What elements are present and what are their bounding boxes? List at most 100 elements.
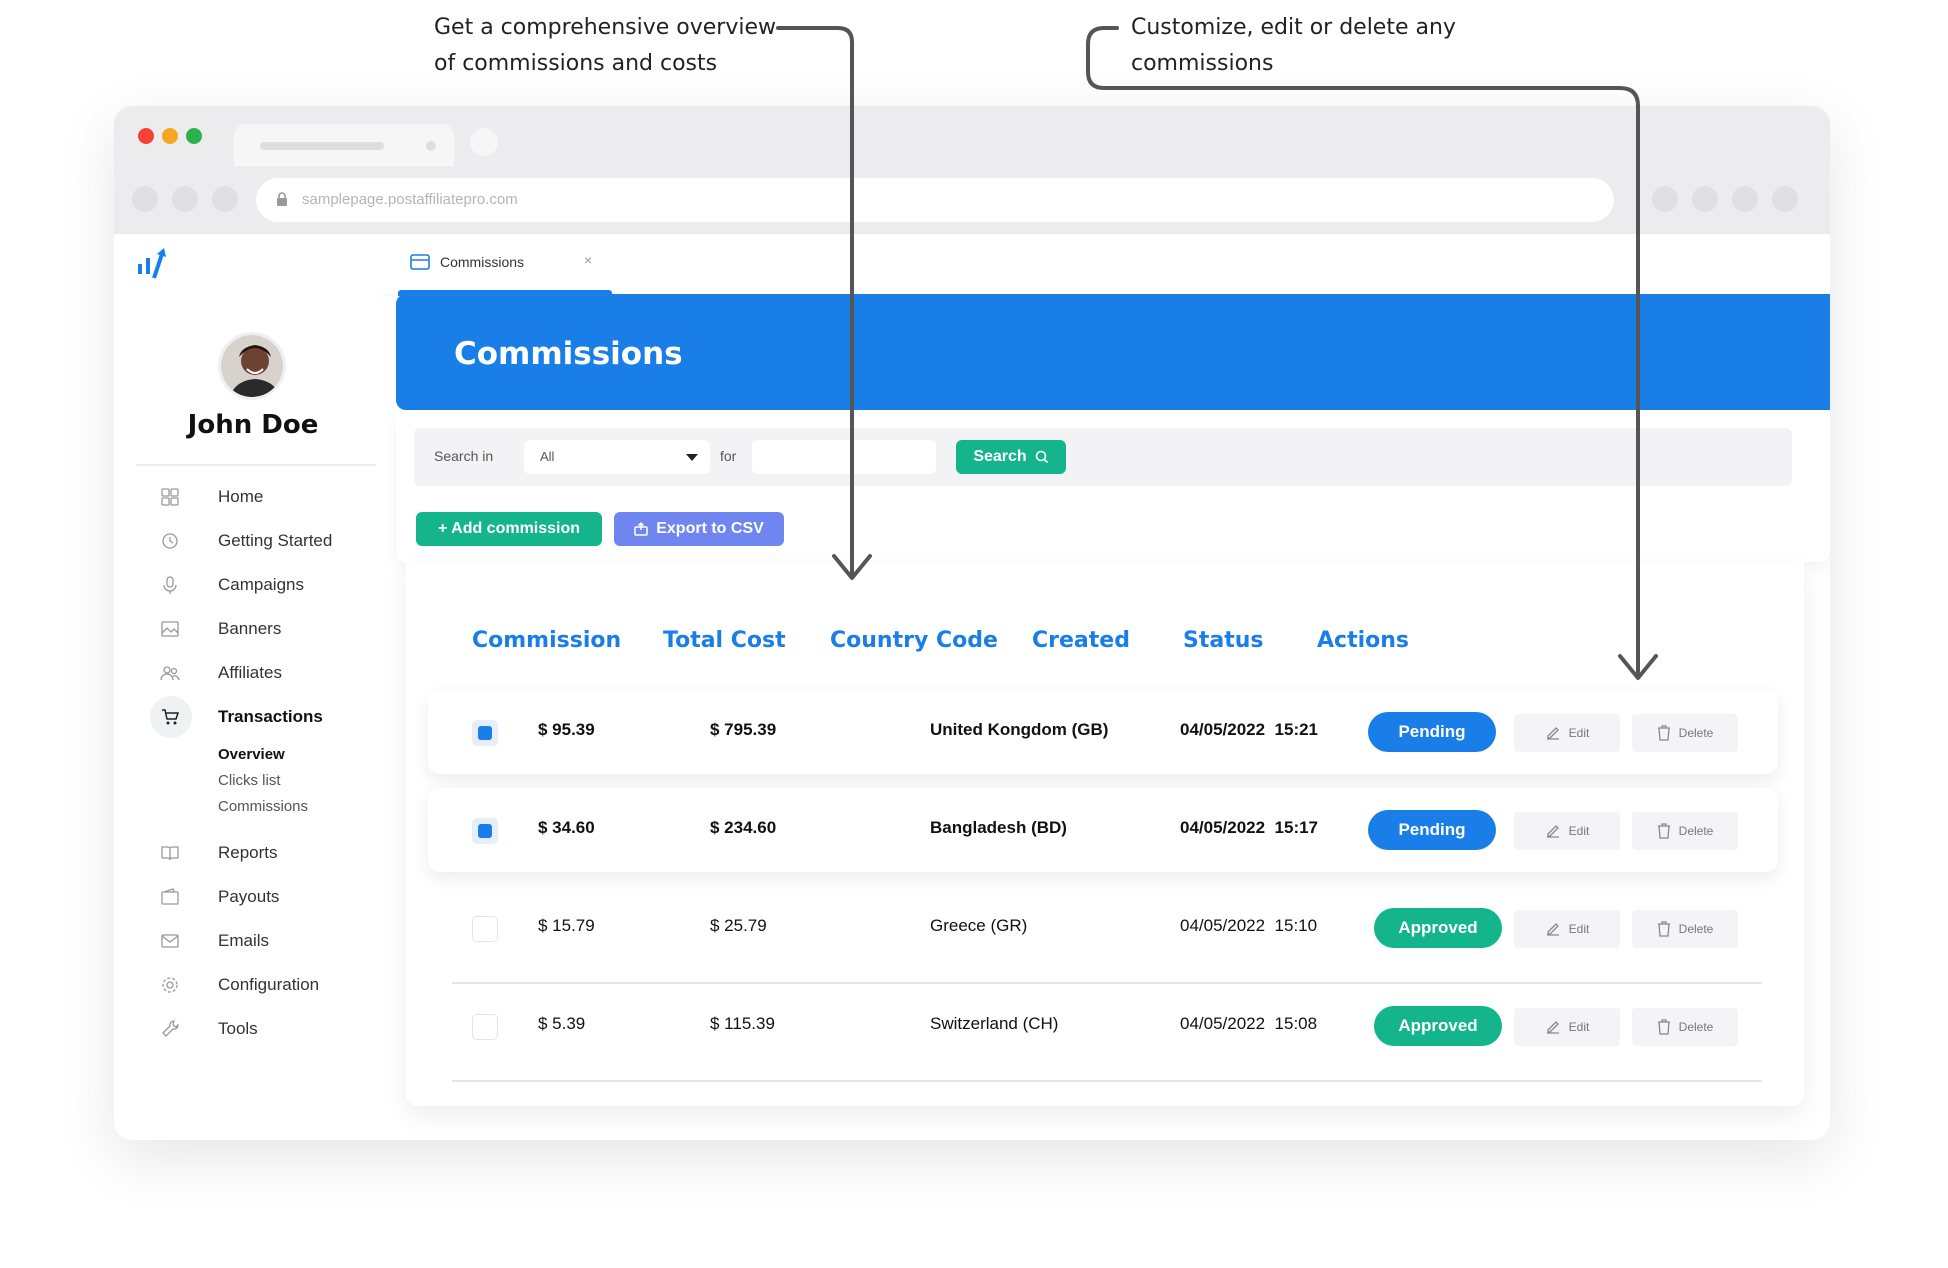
grid-icon [161,488,179,506]
total-cost-value: $ 234.60 [710,818,777,837]
extension-button[interactable] [1732,186,1758,212]
lock-icon [277,192,287,206]
minimize-window-button[interactable] [162,128,178,144]
sidebar-item-label: Payouts [218,887,280,906]
delete-button[interactable]: Delete [1632,910,1738,948]
delete-label: Delete [1678,922,1714,936]
tab-commissions[interactable]: Commissions [410,248,524,276]
wallet-icon [161,888,179,905]
sidebar-item-campaigns[interactable]: Campaigns [114,568,374,602]
search-in-label: Search in [434,448,494,464]
edit-label: Edit [1568,1020,1590,1034]
country-code-value: Switzerland (CH) [930,1014,1059,1033]
close-tab-button[interactable]: × [584,252,592,268]
created-value: 04/05/2022 15:21 [1180,720,1319,739]
edit-icon [1546,727,1559,740]
book-icon [161,846,179,861]
search-bar: Search in All for Search [414,428,1792,486]
maximize-window-button[interactable] [186,128,202,144]
edit-button[interactable]: Edit [1514,910,1620,948]
delete-button[interactable]: Delete [1632,1008,1738,1046]
sidebar-item-getting-started[interactable]: Getting Started [114,524,374,558]
cart-icon [162,709,180,725]
status-badge: Pending [1368,810,1496,850]
sidebar-subitem-overview[interactable]: Overview [218,746,285,763]
edit-button[interactable]: Edit [1514,714,1620,752]
row-checkbox[interactable] [472,1014,498,1040]
logo-icon [138,248,166,279]
country-code-value: United Kongdom (GB) [930,720,1109,739]
forward-button[interactable] [172,186,198,212]
column-header-commission[interactable]: Commission [472,628,621,653]
page-header: Commissions [396,294,1830,410]
sidebar-item-transactions[interactable]: Transactions [114,696,374,738]
export-csv-button[interactable]: Export to CSV [614,512,784,546]
search-input[interactable] [752,440,936,474]
commission-value: $ 15.79 [538,916,595,935]
menu-button[interactable] [1772,186,1798,212]
search-in-select[interactable]: All [524,440,710,474]
image-icon [161,621,179,637]
country-code-value: Bangladesh (BD) [930,818,1067,837]
app-header: Commissions × [114,234,1830,296]
column-header-total-cost[interactable]: Total Cost [663,628,786,653]
tab-label: Commissions [440,254,525,270]
column-header-created[interactable]: Created [1032,628,1130,653]
browser-chrome: samplepage.postaffiliatepro.com [114,106,1830,234]
browser-tab[interactable] [234,124,454,166]
edit-label: Edit [1568,922,1590,936]
sidebar-item-affiliates[interactable]: Affiliates [114,656,374,690]
status-badge: Approved [1374,908,1502,948]
sidebar-item-home[interactable]: Home [114,480,374,514]
sidebar-item-payouts[interactable]: Payouts [114,880,374,914]
new-tab-button[interactable] [470,128,498,156]
table-row[interactable]: $ 95.39 $ 795.39 United Kongdom (GB) 04/… [428,690,1778,774]
edit-button[interactable]: Edit [1514,812,1620,850]
sidebar-item-reports[interactable]: Reports [114,836,374,870]
table-row[interactable]: $ 34.60 $ 234.60 Bangladesh (BD) 04/05/2… [428,788,1778,872]
search-button[interactable]: Search [956,440,1066,474]
commission-value: $ 5.39 [538,1014,586,1033]
edit-icon [1546,825,1559,838]
add-commission-button[interactable]: + Add commission [416,512,602,546]
close-window-button[interactable] [138,128,154,144]
sidebar: John Doe Home Getting Started Campaigns … [114,294,382,1140]
commission-value: $ 95.39 [538,720,595,739]
column-header-status[interactable]: Status [1183,628,1263,653]
extension-button[interactable] [1692,186,1718,212]
back-button[interactable] [132,186,158,212]
sidebar-item-label: Reports [218,843,278,862]
row-checkbox[interactable] [472,720,498,746]
created-value: 04/05/2022 15:10 [1180,916,1318,935]
sidebar-subitem-clicks-list[interactable]: Clicks list [218,772,281,789]
sidebar-subitem-commissions[interactable]: Commissions [218,798,308,815]
delete-label: Delete [1678,726,1714,740]
trash-icon [1657,1019,1670,1035]
avatar[interactable] [218,332,286,400]
divider [136,464,376,466]
trash-icon [1657,823,1670,839]
edit-button[interactable]: Edit [1514,1008,1620,1046]
sidebar-item-tools[interactable]: Tools [114,1012,374,1046]
sidebar-item-configuration[interactable]: Configuration [114,968,374,1002]
status-badge: Approved [1374,1006,1502,1046]
table-row[interactable]: $ 15.79 $ 25.79 Greece (GR) 04/05/2022 1… [428,886,1778,970]
sidebar-item-emails[interactable]: Emails [114,924,374,958]
address-bar[interactable]: samplepage.postaffiliatepro.com [256,178,1614,222]
column-header-actions: Actions [1317,628,1409,653]
trash-icon [1657,921,1670,937]
delete-button[interactable]: Delete [1632,714,1738,752]
delete-button[interactable]: Delete [1632,812,1738,850]
commissions-table: Commission Total Cost Country Code Creat… [406,562,1804,1106]
row-checkbox[interactable] [472,916,498,942]
created-value: 04/05/2022 15:17 [1180,818,1319,837]
total-cost-value: $ 25.79 [710,916,767,935]
column-header-country-code[interactable]: Country Code [830,628,998,653]
table-row[interactable]: $ 5.39 $ 115.39 Switzerland (CH) 04/05/2… [428,984,1778,1068]
created-value: 04/05/2022 15:08 [1180,1014,1318,1033]
sidebar-item-banners[interactable]: Banners [114,612,374,646]
extension-button[interactable] [1652,186,1678,212]
reload-button[interactable] [212,186,238,212]
sidebar-item-label: Getting Started [218,531,333,550]
row-checkbox[interactable] [472,818,498,844]
